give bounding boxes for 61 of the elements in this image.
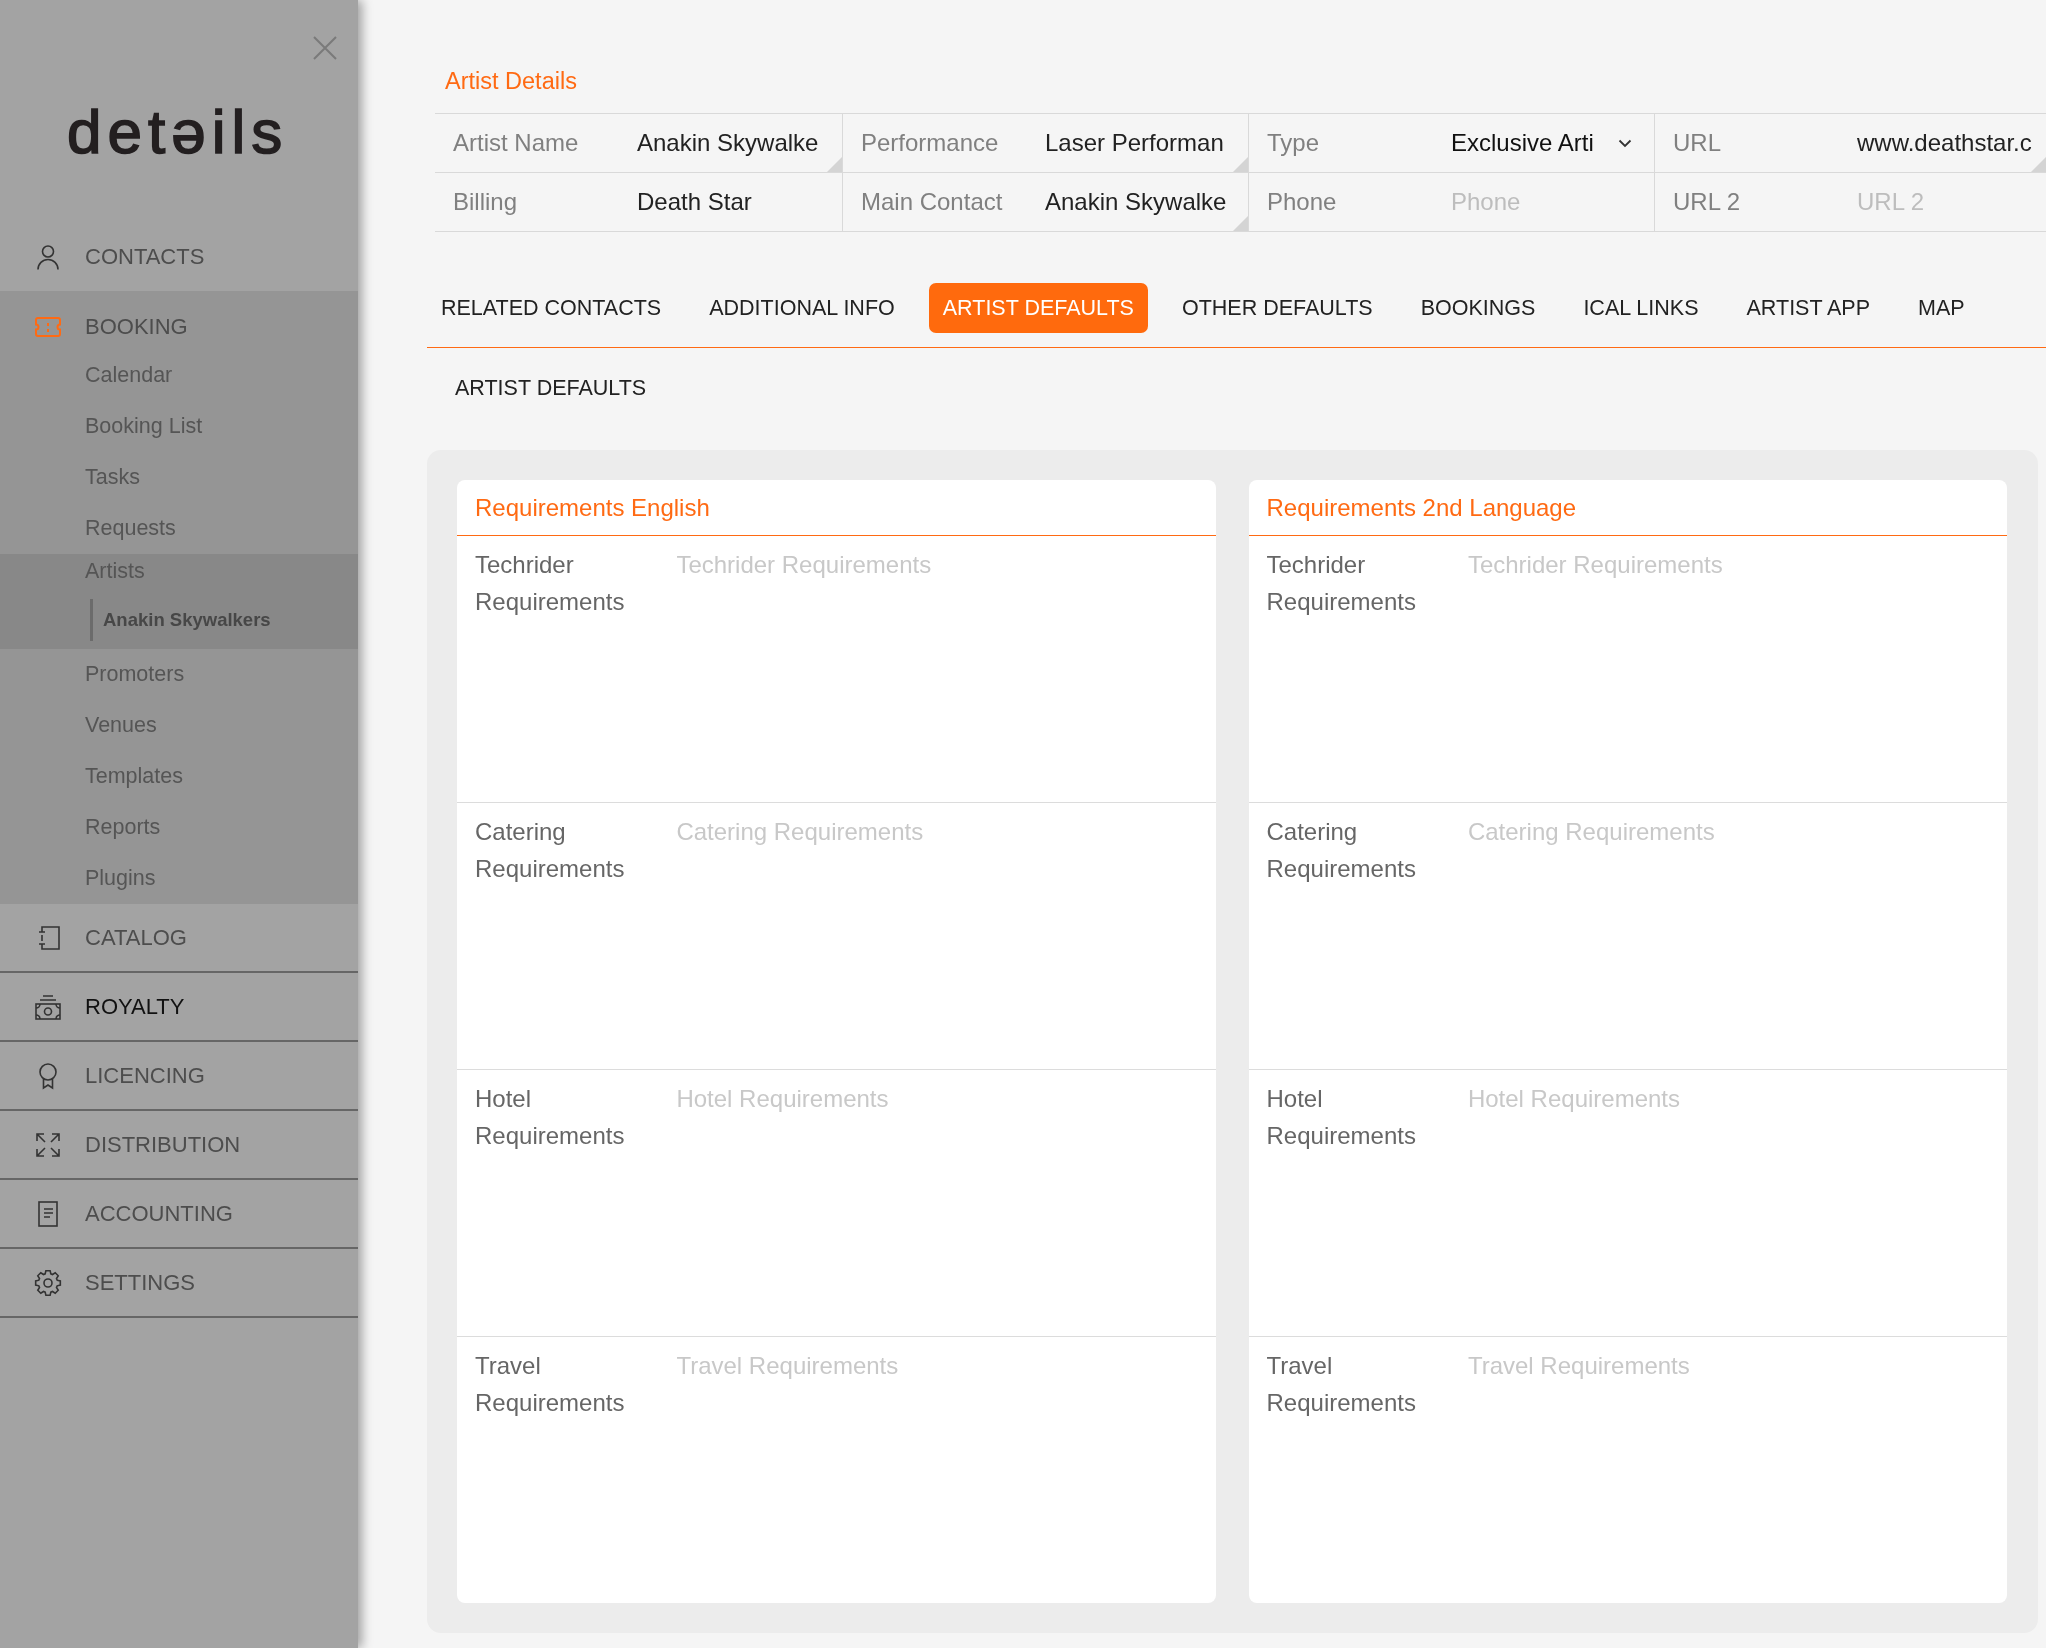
text-field[interactable]: www.deathstar.c	[1857, 129, 2046, 157]
submenu-item[interactable]: Requests	[0, 503, 358, 554]
text-field[interactable]: Death Star	[637, 188, 842, 216]
field-label: Hotel Requirements	[1266, 1084, 1416, 1151]
field-label: Type	[1267, 129, 1320, 157]
resize-grip-icon[interactable]	[1233, 157, 1248, 172]
text-field[interactable]: Laser Performan	[1045, 129, 1248, 157]
field-label: Artist Name	[453, 129, 579, 157]
field-label: Catering Requirements	[1266, 817, 1416, 884]
field-label: Billing	[453, 188, 518, 216]
field-label: Travel Requirements	[1266, 1351, 1416, 1418]
tab[interactable]: MAP	[1904, 283, 1979, 333]
tab[interactable]: OTHER DEFAULTS	[1167, 283, 1387, 333]
nav-item[interactable]: ROYALTY	[0, 973, 358, 1042]
tab[interactable]: RELATED CONTACTS	[427, 283, 676, 333]
field-label: URL 2	[1673, 188, 1741, 216]
field-label: Techrider Requirements	[475, 550, 625, 617]
submenu-item[interactable]: Tasks	[0, 452, 358, 503]
tab[interactable]: ARTIST APP	[1732, 283, 1884, 333]
submenu-item[interactable]: Calendar	[0, 350, 358, 401]
section-heading: Artist Details	[445, 67, 577, 96]
submenu-item[interactable]: Templates	[0, 751, 358, 802]
field-label: Hotel Requirements	[475, 1084, 625, 1151]
text-field[interactable]: URL 2	[1857, 188, 2046, 216]
resize-grip-icon[interactable]	[827, 157, 842, 172]
nav-item[interactable]: SETTINGS	[0, 1249, 358, 1318]
tab[interactable]: ADDITIONAL INFO	[695, 283, 909, 333]
field-label: Catering Requirements	[475, 817, 625, 884]
submenu-item[interactable]: Reports	[0, 802, 358, 853]
dropdown-field[interactable]: Exclusive Arti	[1451, 128, 1632, 158]
nav-item[interactable]: BOOKING	[0, 291, 358, 350]
field-label: Main Contact	[861, 188, 1003, 216]
field-label: Travel Requirements	[475, 1351, 625, 1418]
resize-grip-icon[interactable]	[1233, 216, 1248, 231]
submenu-item[interactable]: Plugins	[0, 853, 358, 904]
submenu-item[interactable]: Venues	[0, 700, 358, 751]
submenu-item[interactable]: Promoters	[0, 649, 358, 700]
nav-item[interactable]: CONTACTS	[0, 222, 358, 291]
resize-grip-icon[interactable]	[2031, 157, 2046, 172]
tab[interactable]: ARTIST DEFAULTS	[928, 283, 1148, 333]
text-field[interactable]: Anakin Skywalke	[1045, 188, 1248, 216]
logo: detəils	[67, 97, 289, 167]
text-field[interactable]: Phone	[1451, 188, 1654, 216]
nav-item[interactable]: CATALOG	[0, 904, 358, 973]
section-title: ARTIST DEFAULTS	[455, 375, 647, 401]
field-label: Techrider Requirements	[1266, 550, 1416, 617]
nav-item[interactable]: LICENCING	[0, 1042, 358, 1111]
field-label: Performance	[861, 129, 999, 157]
tab[interactable]: ICAL LINKS	[1569, 283, 1713, 333]
card-title: Requirements 2nd Language	[1266, 493, 1577, 522]
nav-item[interactable]: DISTRIBUTION	[0, 1111, 358, 1180]
field-label: URL	[1673, 129, 1721, 157]
card-title: Requirements English	[475, 493, 710, 522]
text-field[interactable]: Anakin Skywalke	[637, 129, 842, 157]
chevron-down-icon	[1618, 138, 1632, 148]
nav-item[interactable]: ACCOUNTING	[0, 1180, 358, 1249]
submenu-item[interactable]: Anakin Skywalkers	[90, 599, 277, 641]
field-label: Phone	[1267, 188, 1337, 216]
tab[interactable]: BOOKINGS	[1406, 283, 1550, 333]
submenu-item[interactable]: Booking List	[0, 401, 358, 452]
close-icon[interactable]	[312, 35, 338, 61]
